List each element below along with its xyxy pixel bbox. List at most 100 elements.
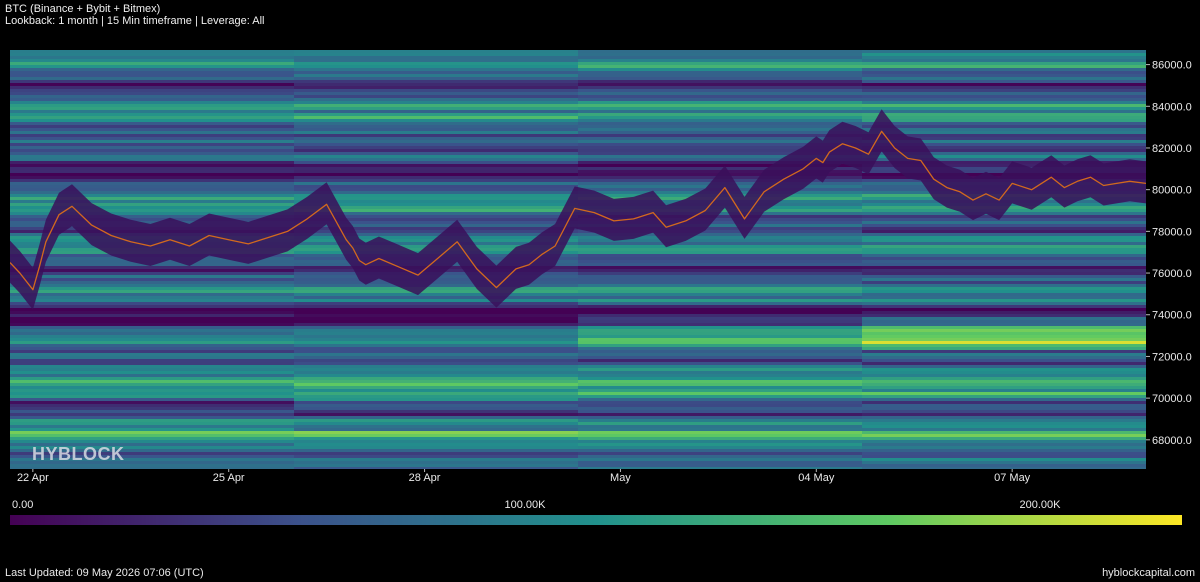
heatmap-band (10, 332, 295, 336)
heatmap-band (578, 245, 863, 249)
heatmap-band (294, 185, 579, 189)
heatmap-band (10, 368, 295, 372)
heatmap-band (578, 308, 863, 312)
heatmap-band (578, 383, 863, 387)
heatmap-band (294, 116, 579, 120)
heatmap-band (10, 425, 295, 429)
heatmap-band (862, 50, 1146, 54)
heatmap-band (862, 317, 1146, 321)
heatmap-band (578, 305, 863, 309)
heatmap-band (862, 305, 1146, 309)
heatmap-band (578, 329, 863, 333)
heatmap-band (10, 353, 295, 357)
heatmap-band (578, 428, 863, 432)
heatmap-band (578, 119, 863, 123)
heatmap-band (862, 218, 1146, 222)
heatmap-band (862, 359, 1146, 363)
heatmap-band (10, 359, 295, 363)
heatmap-band (578, 257, 863, 261)
heatmap-band (862, 380, 1146, 384)
heatmap-band (294, 305, 579, 309)
x-tick-label: 22 Apr (17, 472, 49, 484)
heatmap-band (862, 353, 1146, 357)
heatmap-band (578, 374, 863, 378)
heatmap-band (578, 125, 863, 129)
heatmap-band (10, 266, 295, 270)
heatmap-band (10, 80, 295, 84)
heatmap-band (10, 269, 295, 273)
heatmap-band (10, 125, 295, 129)
heatmap-band (862, 239, 1146, 243)
heatmap-band (294, 125, 579, 129)
heatmap-band (10, 344, 295, 348)
heatmap-band (294, 401, 579, 405)
heatmap-band (578, 311, 863, 315)
heatmap-band (10, 395, 295, 399)
heatmap-band (294, 413, 579, 417)
heatmap-band (294, 176, 579, 180)
heatmap-band (578, 350, 863, 354)
heatmap-band (862, 386, 1146, 390)
heatmap-band (862, 131, 1146, 135)
heatmap-band (10, 302, 295, 306)
heatmap-band (10, 374, 295, 378)
heatmap-band (862, 455, 1146, 459)
heatmap-band (294, 188, 579, 192)
heatmap-band (578, 53, 863, 57)
heatmap-band (862, 236, 1146, 240)
heatmap-band (578, 98, 863, 102)
heatmap-band (862, 404, 1146, 408)
heatmap-band (10, 146, 295, 150)
heatmap-band (578, 338, 863, 342)
heatmap-band (862, 98, 1146, 102)
heatmap-band (10, 290, 295, 294)
heatmap-band (294, 392, 579, 396)
heatmap-band (294, 437, 579, 441)
colorbar-gradient (10, 515, 1182, 525)
heatmap-band (578, 437, 863, 441)
site-link[interactable]: hyblockcapital.com (1102, 567, 1195, 579)
heatmap-band (578, 413, 863, 417)
heatmap-band (578, 326, 863, 330)
heatmap-band (10, 101, 295, 105)
heatmap-band (294, 290, 579, 294)
heatmap-band (862, 365, 1146, 369)
heatmap-band (10, 413, 295, 417)
heatmap-band (578, 83, 863, 87)
heatmap-band (862, 413, 1146, 417)
heatmap-band (862, 311, 1146, 315)
colorbar-mid-label: 100.00K (505, 499, 547, 511)
heatmap-band (10, 383, 295, 387)
heatmap-band (294, 71, 579, 75)
heatmap-band (294, 377, 579, 381)
heatmap-band (862, 221, 1146, 225)
heatmap-band (578, 62, 863, 66)
heatmap-band (294, 77, 579, 81)
heatmap-band (294, 101, 579, 105)
heatmap-band (294, 83, 579, 87)
heatmap-band (10, 362, 295, 366)
heatmap-band (10, 167, 295, 171)
heatmap-band (578, 251, 863, 255)
heatmap-band (862, 269, 1146, 273)
heatmap-band (10, 377, 295, 381)
heatmap-band (578, 65, 863, 69)
heatmap-band (862, 449, 1146, 453)
heatmap-band (578, 242, 863, 246)
heatmap-band (862, 395, 1146, 399)
heatmap-band (294, 320, 579, 324)
heatmap-band (862, 284, 1146, 288)
heatmap-band (862, 458, 1146, 462)
heatmap-band (10, 428, 295, 432)
heatmap-band (10, 176, 295, 180)
heatmap-band (578, 272, 863, 276)
heatmap-band (10, 341, 295, 345)
heatmap-band (294, 158, 579, 162)
heatmap-band (10, 299, 295, 303)
heatmap-band (862, 356, 1146, 360)
heatmap-band (578, 116, 863, 120)
heatmap-band (862, 107, 1146, 111)
heatmap-band (578, 452, 863, 456)
heatmap-band (294, 383, 579, 387)
heatmap-band (862, 437, 1146, 441)
